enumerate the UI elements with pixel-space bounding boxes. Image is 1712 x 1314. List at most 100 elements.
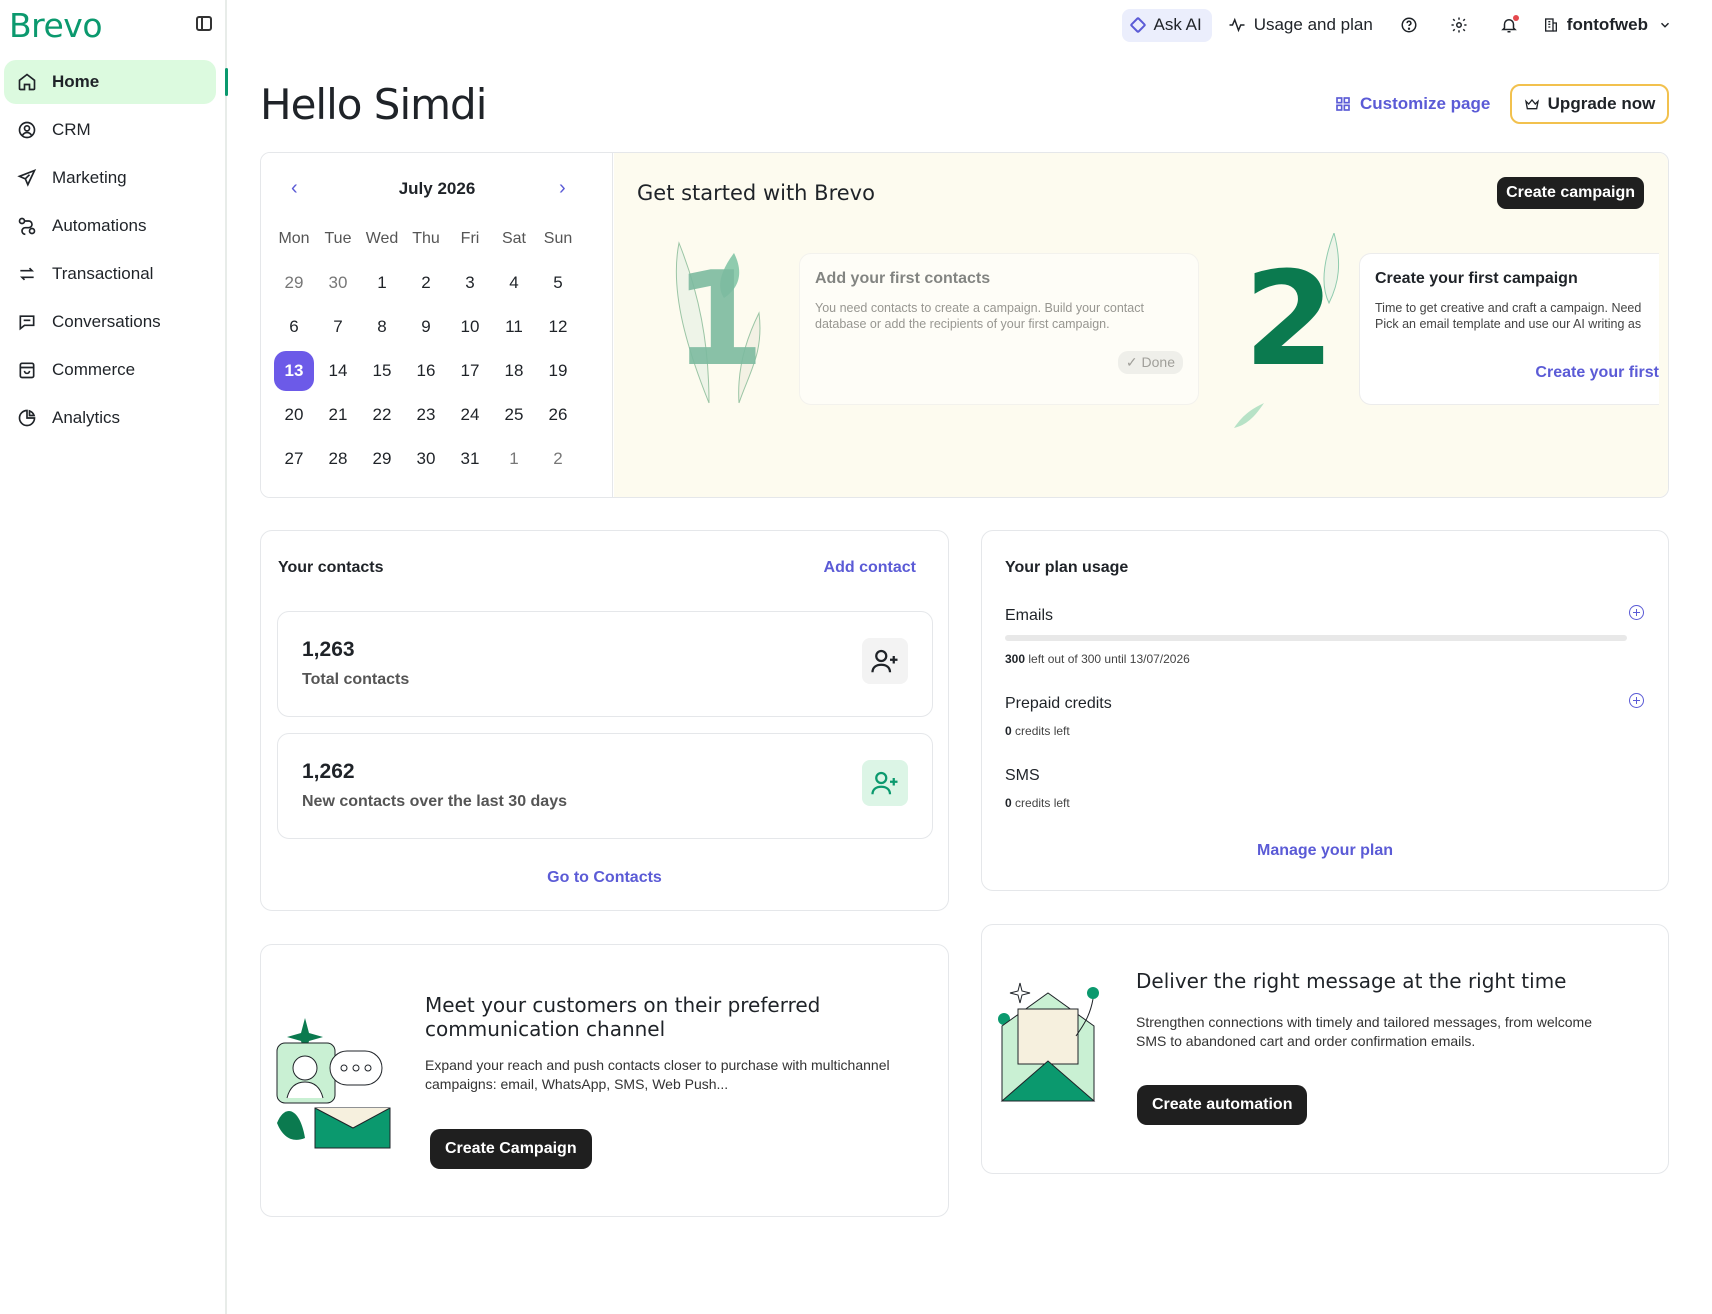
calendar-day[interactable]: 4 bbox=[492, 261, 536, 305]
brevo-logo[interactable]: Brevo bbox=[9, 6, 103, 45]
sidebar-item-analytics[interactable]: Analytics bbox=[4, 396, 216, 440]
top-bar: Ask AI Usage and plan fontofweb bbox=[1121, 8, 1672, 42]
add-emails-icon[interactable] bbox=[1629, 605, 1644, 620]
calendar-day[interactable]: 6 bbox=[272, 305, 316, 349]
calendar-day[interactable]: 21 bbox=[316, 393, 360, 437]
calendar-day[interactable]: 18 bbox=[492, 349, 536, 393]
calendar-day[interactable]: 22 bbox=[360, 393, 404, 437]
calendar-day[interactable]: 1 bbox=[492, 437, 536, 481]
calendar-day[interactable]: 14 bbox=[316, 349, 360, 393]
emails-label: Emails bbox=[1005, 607, 1054, 624]
sidebar-item-marketing[interactable]: Marketing bbox=[4, 156, 216, 200]
gear-icon[interactable] bbox=[1449, 15, 1469, 35]
calendar-day[interactable]: 23 bbox=[404, 393, 448, 437]
overview-panel: ‹ July 2026 › Mon Tue Wed Thu Fri Sat Su… bbox=[260, 152, 1669, 498]
account-name: fontofweb bbox=[1566, 15, 1648, 34]
calendar-day[interactable]: 11 bbox=[492, 305, 536, 349]
calendar-day[interactable]: 3 bbox=[448, 261, 492, 305]
calendar-day[interactable]: 12 bbox=[536, 305, 580, 349]
emails-progress-bar bbox=[1005, 635, 1627, 641]
weekday-label: Thu bbox=[412, 230, 440, 247]
add-contact-link[interactable]: Add contact bbox=[824, 559, 916, 577]
new-contacts-stat[interactable]: 1,262 New contacts over the last 30 days bbox=[277, 733, 933, 839]
calendar-day[interactable]: 24 bbox=[448, 393, 492, 437]
card-title: Your plan usage bbox=[1005, 559, 1129, 576]
calendar-day[interactable]: 29 bbox=[360, 437, 404, 481]
envelope-illustration bbox=[998, 982, 1099, 1102]
calendar-grid: Mon Tue Wed Thu Fri Sat Sun 29 30 1 2 3 4 5 6 7 8… bbox=[272, 217, 580, 481]
calendar-day[interactable]: 19 bbox=[536, 349, 580, 393]
account-menu[interactable]: fontofweb bbox=[1543, 15, 1672, 35]
calendar: ‹ July 2026 › Mon Tue Wed Thu Fri Sat Su… bbox=[261, 153, 613, 497]
prepaid-remaining: 0 credits left bbox=[1005, 724, 1070, 738]
sidebar-item-home[interactable]: Home bbox=[4, 60, 228, 104]
calendar-day[interactable]: 16 bbox=[404, 349, 448, 393]
calendar-day[interactable]: 7 bbox=[316, 305, 360, 349]
sidebar-nav: Home CRM Marketing Automations Transacti… bbox=[4, 60, 228, 444]
weekday-label: Wed bbox=[365, 230, 399, 247]
customize-page-button[interactable]: Customize page bbox=[1335, 94, 1490, 114]
calendar-day[interactable]: 5 bbox=[536, 261, 580, 305]
ask-ai-button[interactable]: Ask AI bbox=[1121, 8, 1212, 42]
promo-desc-line: Expand your reach and push contacts clos… bbox=[425, 1057, 890, 1073]
calendar-day[interactable]: 9 bbox=[404, 305, 448, 349]
calendar-day[interactable]: 26 bbox=[536, 393, 580, 437]
sms-remaining: 0 credits left bbox=[1005, 796, 1070, 810]
sidebar-collapse-icon[interactable] bbox=[196, 16, 212, 31]
plan-usage-card: Your plan usage Emails 300 left out of 3… bbox=[981, 530, 1669, 891]
calendar-day[interactable]: 15 bbox=[360, 349, 404, 393]
promo-desc-line: SMS to abandoned cart and order confirma… bbox=[1136, 1033, 1476, 1049]
sidebar-item-automations[interactable]: Automations bbox=[4, 204, 216, 248]
help-icon[interactable] bbox=[1399, 15, 1419, 35]
activity-icon bbox=[1229, 17, 1245, 33]
sidebar-item-conversations[interactable]: Conversations bbox=[4, 300, 216, 344]
step-desc: Pick an email template and use our AI wr… bbox=[1375, 317, 1642, 331]
sidebar-item-crm[interactable]: CRM bbox=[4, 108, 216, 152]
sidebar-item-transactional[interactable]: Transactional bbox=[4, 252, 216, 296]
promo-desc: Strengthen connections with timely and t… bbox=[1136, 1013, 1592, 1051]
sidebar-item-label: Commerce bbox=[52, 360, 136, 379]
promo-desc-line: Strengthen connections with timely and t… bbox=[1136, 1014, 1592, 1030]
chevron-right-icon[interactable]: › bbox=[559, 177, 566, 200]
calendar-day[interactable]: 30 bbox=[404, 437, 448, 481]
calendar-day[interactable]: 2 bbox=[536, 437, 580, 481]
upgrade-now-button[interactable]: Upgrade now bbox=[1510, 84, 1669, 124]
building-icon bbox=[1544, 18, 1557, 32]
create-first-campaign-link[interactable]: Create your first bbox=[1535, 364, 1659, 382]
calendar-day[interactable]: 31 bbox=[448, 437, 492, 481]
calendar-day[interactable]: 2 bbox=[404, 261, 448, 305]
promo-title-line: Meet your customers on their preferred bbox=[425, 993, 821, 1017]
manage-plan-link[interactable]: Manage your plan bbox=[982, 842, 1668, 860]
step-card-create-campaign[interactable]: Create your first campaign Time to get c… bbox=[1359, 253, 1659, 405]
go-to-contacts-link[interactable]: Go to Contacts bbox=[261, 869, 948, 887]
done-badge: ✓ Done bbox=[1117, 351, 1183, 374]
calendar-day[interactable]: 17 bbox=[448, 349, 492, 393]
total-contacts-stat[interactable]: 1,263 Total contacts bbox=[277, 611, 933, 717]
create-campaign-promo-button[interactable]: Create Campaign bbox=[430, 1129, 592, 1169]
add-credits-icon[interactable] bbox=[1629, 693, 1644, 708]
calendar-day[interactable]: 27 bbox=[272, 437, 316, 481]
promo-desc: Expand your reach and push contacts clos… bbox=[425, 1056, 890, 1094]
usage-label: Usage and plan bbox=[1253, 15, 1373, 34]
step-title: Add your first contacts bbox=[815, 270, 991, 287]
calendar-day[interactable]: 30 bbox=[316, 261, 360, 305]
stat-value: 1,262 bbox=[302, 760, 355, 783]
create-automation-button[interactable]: Create automation bbox=[1137, 1085, 1308, 1125]
usage-and-plan-button[interactable]: Usage and plan bbox=[1222, 9, 1379, 42]
step-card-add-contacts[interactable]: Add your first contacts You need contact… bbox=[799, 253, 1199, 405]
calendar-day[interactable]: 29 bbox=[272, 261, 316, 305]
stat-label: Total contacts bbox=[302, 671, 410, 688]
calendar-day[interactable]: 20 bbox=[272, 393, 316, 437]
calendar-day[interactable]: 10 bbox=[448, 305, 492, 349]
create-campaign-button[interactable]: Create campaign bbox=[1497, 177, 1644, 209]
calendar-day[interactable]: 25 bbox=[492, 393, 536, 437]
sidebar-item-commerce[interactable]: Commerce bbox=[4, 348, 216, 392]
calendar-day[interactable]: 8 bbox=[360, 305, 404, 349]
contacts-icon bbox=[16, 119, 38, 141]
sidebar-item-label: Marketing bbox=[52, 168, 127, 187]
automation-promo-card: Deliver the right message at the right t… bbox=[981, 924, 1669, 1174]
calendar-day[interactable]: 13 bbox=[272, 349, 316, 393]
bell-icon[interactable] bbox=[1499, 15, 1519, 35]
calendar-day[interactable]: 1 bbox=[360, 261, 404, 305]
calendar-day[interactable]: 28 bbox=[316, 437, 360, 481]
